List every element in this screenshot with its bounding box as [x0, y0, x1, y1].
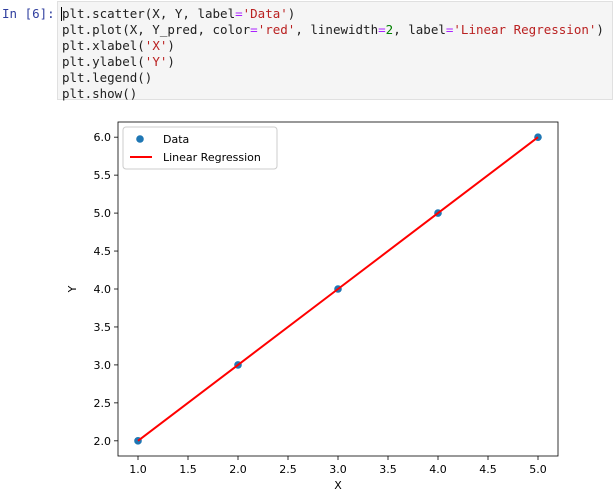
x-tick-label: 1.5 — [179, 463, 197, 476]
code-line: plt.scatter(X, Y, label='Data') — [62, 6, 604, 22]
code-line: plt.show() — [62, 86, 604, 102]
y-tick-label: 2.0 — [94, 435, 112, 448]
x-tick-label: 3.0 — [329, 463, 347, 476]
code-token: 'red' — [257, 22, 296, 37]
code-token: = — [250, 22, 258, 37]
x-axis-label: X — [334, 479, 342, 492]
code-token: 'X' — [144, 38, 168, 53]
code-line: plt.xlabel('X') — [62, 38, 604, 54]
code-cell[interactable]: In [6]: plt.scatter(X, Y, label='Data') p… — [0, 0, 613, 102]
legend-label-data: Data — [163, 133, 189, 146]
y-tick-label: 6.0 — [94, 131, 112, 144]
y-tick-label: 3.5 — [94, 321, 112, 334]
code-token: 'Data' — [242, 6, 288, 21]
code-token: plt.show() — [62, 86, 138, 101]
code-line: plt.legend() — [62, 70, 604, 86]
code-token: 'Linear Regression' — [453, 22, 597, 37]
code-token: = — [235, 6, 243, 21]
code-token: ) — [167, 38, 175, 53]
x-tick-label: 4.0 — [429, 463, 447, 476]
y-tick-label: 3.0 — [94, 359, 112, 372]
code-token: ) — [287, 6, 296, 21]
code-token: , linewidth — [295, 22, 379, 37]
y-tick-label: 2.5 — [94, 397, 112, 410]
plot-series — [134, 133, 542, 445]
code-token: plt.scatter(X, Y, label — [62, 6, 236, 21]
x-tick-label: 3.5 — [379, 463, 397, 476]
code-token: 'Y' — [144, 54, 168, 69]
x-tick-label: 4.5 — [479, 463, 497, 476]
x-axis: 1.0 1.5 2.0 2.5 3.0 3.5 4.0 4.5 5.0 — [129, 456, 547, 476]
x-tick-label: 2.5 — [279, 463, 297, 476]
input-prompt: In [6]: — [2, 6, 55, 21]
code-text: plt.scatter(X, Y, label='Data') plt.plot(… — [62, 6, 604, 102]
y-axis-label: Y — [66, 285, 79, 293]
y-tick-label: 5.5 — [94, 169, 112, 182]
code-token: = — [378, 22, 386, 37]
y-tick-label: 5.0 — [94, 207, 112, 220]
code-token: plt.xlabel( — [62, 38, 145, 53]
x-tick-label: 5.0 — [529, 463, 547, 476]
scatter-plot: 1.0 1.5 2.0 2.5 3.0 3.5 4.0 4.5 5.0 2.0 2.5 3.0 3.5… — [66, 121, 559, 492]
regression-line — [137, 136, 539, 442]
y-tick-label: 4.5 — [94, 245, 112, 258]
code-editor[interactable]: plt.scatter(X, Y, label='Data') plt.plot(… — [57, 1, 613, 102]
code-token: ) — [596, 22, 604, 37]
x-tick-label: 1.0 — [129, 463, 147, 476]
y-axis: 2.0 2.5 3.0 3.5 4.0 4.5 5.0 5.5 6.0 — [94, 131, 118, 448]
legend-label-line: Linear Regression — [163, 151, 261, 164]
y-tick-label: 4.0 — [94, 283, 112, 296]
code-line: plt.ylabel('Y') — [62, 54, 604, 70]
code-line: plt.plot(X, Y_pred, color='red', linewid… — [62, 22, 604, 38]
cell-output: 1.0 1.5 2.0 2.5 3.0 3.5 4.0 4.5 5.0 2.0 2.5 3.0 3.5… — [0, 108, 613, 492]
x-tick-label: 2.0 — [229, 463, 247, 476]
code-token: plt.ylabel( — [62, 54, 145, 69]
code-token: , label — [393, 22, 446, 37]
code-token: ) — [167, 54, 175, 69]
code-token: plt.legend() — [62, 70, 153, 85]
code-token: plt.plot(X, Y_pred, color — [62, 22, 251, 37]
legend-marker-data — [136, 135, 144, 143]
legend: Data Linear Regression — [122, 126, 278, 170]
